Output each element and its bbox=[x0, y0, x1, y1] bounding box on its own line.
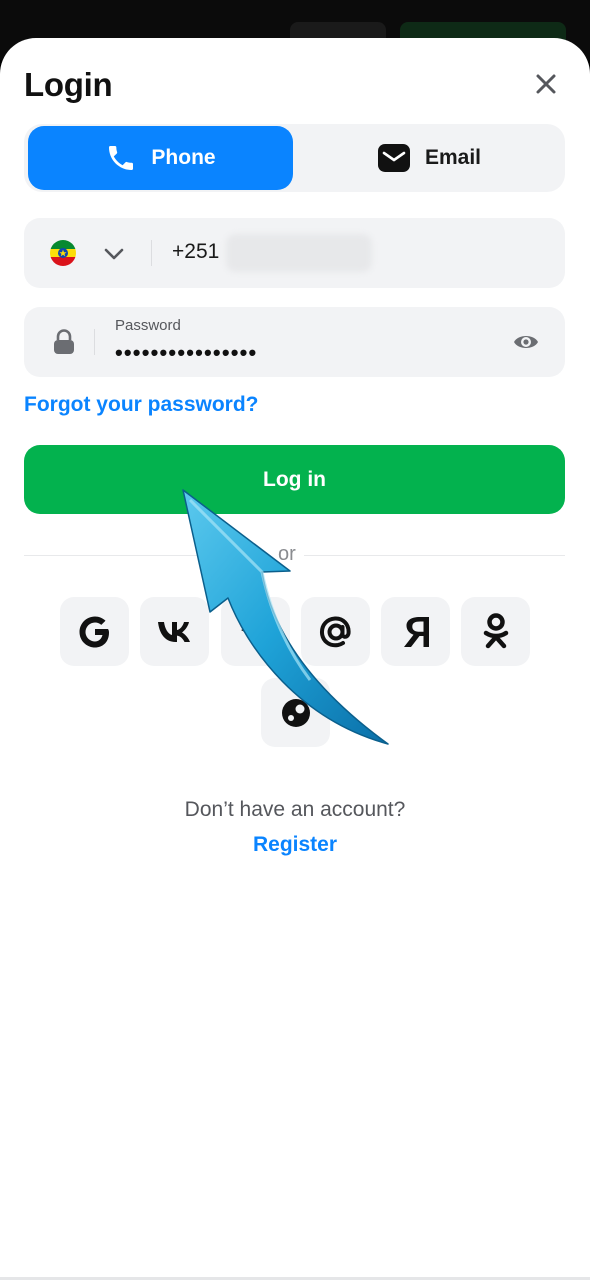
google-icon bbox=[79, 616, 109, 647]
tab-phone-label: Phone bbox=[151, 146, 216, 169]
yandex-icon bbox=[403, 616, 429, 647]
forgot-password-link[interactable]: Forgot your password? bbox=[24, 393, 259, 417]
yandex-login-button[interactable] bbox=[381, 597, 450, 666]
tab-email-label: Email bbox=[424, 146, 482, 169]
close-button[interactable] bbox=[528, 66, 564, 102]
phone-field: +251 bbox=[24, 218, 565, 288]
password-field[interactable]: Password •••••••••••••••• bbox=[24, 307, 565, 377]
field-divider bbox=[151, 240, 152, 266]
close-icon bbox=[536, 74, 556, 94]
phone-icon bbox=[109, 146, 134, 170]
register-link[interactable]: Register bbox=[0, 833, 590, 857]
vk-login-button[interactable] bbox=[140, 597, 209, 666]
lock-icon bbox=[52, 329, 76, 355]
tab-phone[interactable]: Phone bbox=[28, 126, 293, 190]
ok-login-button[interactable] bbox=[461, 597, 530, 666]
phone-number-redacted bbox=[226, 234, 372, 272]
login-sheet: Login Phone Email +251 Password ••••••••… bbox=[0, 38, 590, 1280]
email-icon bbox=[377, 144, 410, 172]
login-method-tabs: Phone Email bbox=[24, 124, 565, 192]
google-login-button[interactable] bbox=[60, 597, 129, 666]
vk-icon bbox=[157, 621, 190, 642]
tab-email[interactable]: Email bbox=[296, 126, 562, 190]
country-dropdown[interactable] bbox=[102, 242, 126, 266]
at-sign-icon bbox=[319, 616, 351, 647]
login-button[interactable]: Log in bbox=[24, 445, 565, 514]
ok-icon bbox=[483, 612, 508, 648]
steam-icon bbox=[281, 698, 310, 727]
field-divider bbox=[94, 329, 95, 355]
ethiopia-flag-icon bbox=[50, 240, 76, 266]
telegram-icon bbox=[240, 618, 270, 645]
divider-label: or bbox=[270, 543, 304, 566]
password-input[interactable]: •••••••••••••••• bbox=[115, 340, 257, 366]
telegram-login-button[interactable] bbox=[221, 597, 290, 666]
page-title: Login bbox=[24, 66, 113, 103]
steam-login-button[interactable] bbox=[261, 678, 330, 747]
eye-icon bbox=[514, 336, 538, 348]
mail-login-button[interactable] bbox=[301, 597, 370, 666]
phone-input[interactable]: +251 bbox=[172, 240, 219, 264]
password-label: Password bbox=[115, 317, 181, 334]
no-account-text: Don’t have an account? bbox=[184, 798, 406, 821]
chevron-down-icon bbox=[104, 248, 124, 260]
toggle-password-visibility[interactable] bbox=[512, 329, 540, 355]
